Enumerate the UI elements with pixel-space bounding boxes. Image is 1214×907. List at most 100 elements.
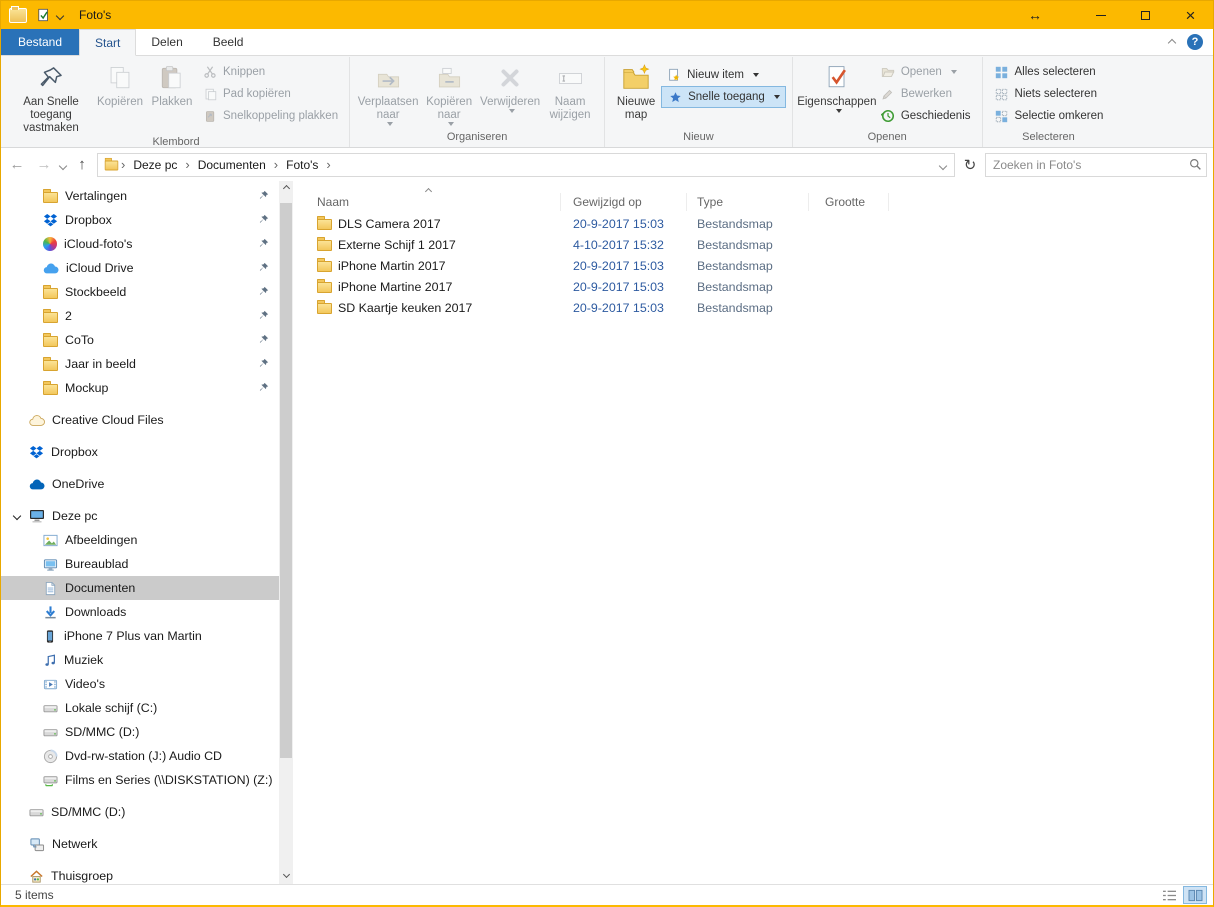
breadcrumb-deze-pc[interactable]: Deze pc xyxy=(127,154,183,176)
properties-button[interactable]: Eigenschappen xyxy=(799,59,875,113)
invert-selection-button[interactable]: Selectie omkeren xyxy=(989,105,1109,127)
clipboard-icon xyxy=(156,62,188,94)
sidebar-item-downloads[interactable]: Downloads xyxy=(1,600,279,624)
sidebar-item-sdmmc-root[interactable]: SD/MMC (D:) xyxy=(1,800,279,824)
refresh-icon[interactable]: ↻ xyxy=(958,153,982,177)
scrollbar-thumb[interactable] xyxy=(280,203,292,758)
ribbon-group-organize: Verplaatsen naar Kopiëren naar Verwijder… xyxy=(349,57,604,147)
file-row[interactable]: DLS Camera 2017 20-9-2017 15:03 Bestands… xyxy=(293,213,1213,234)
copy-to-button[interactable]: Kopiëren naar xyxy=(420,59,478,126)
select-none-button[interactable]: Niets selecteren xyxy=(989,83,1109,105)
file-row[interactable]: SD Kaartje keuken 2017 20-9-2017 15:03 B… xyxy=(293,297,1213,318)
sidebar-item-netwerk[interactable]: Netwerk xyxy=(1,832,279,856)
close-button[interactable]: × xyxy=(1168,1,1213,29)
select-all-button[interactable]: Alles selecteren xyxy=(989,61,1109,83)
column-header-type[interactable]: Type xyxy=(687,193,809,211)
sidebar-item-films-en-series[interactable]: Films en Series (\\DISKSTATION) (Z:) xyxy=(1,768,279,792)
ribbon-display-arrows-icon[interactable]: ↔ xyxy=(1028,7,1042,23)
copy-button[interactable]: Kopiëren xyxy=(93,59,147,109)
sidebar-item-iphone[interactable]: iPhone 7 Plus van Martin xyxy=(1,624,279,648)
sidebar-item-mockup[interactable]: Mockup xyxy=(1,376,279,400)
new-folder-button[interactable]: Nieuwe map xyxy=(611,59,661,122)
tab-delen[interactable]: Delen xyxy=(136,29,197,55)
move-to-button[interactable]: Verplaatsen naar xyxy=(356,59,420,126)
expander-icon[interactable] xyxy=(13,512,21,520)
tab-beeld[interactable]: Beeld xyxy=(198,29,259,55)
details-view-button[interactable] xyxy=(1157,886,1181,904)
sidebar-item-onedrive[interactable]: OneDrive xyxy=(1,472,279,496)
minimize-button[interactable] xyxy=(1078,1,1123,29)
sidebar-item-lokale-schijf[interactable]: Lokale schijf (C:) xyxy=(1,696,279,720)
copy-path-button[interactable]: Pad kopiëren xyxy=(197,83,343,105)
sidebar-item-icloud-drive[interactable]: iCloud Drive xyxy=(1,256,279,280)
file-row[interactable]: iPhone Martine 2017 20-9-2017 15:03 Best… xyxy=(293,276,1213,297)
recent-locations-icon[interactable] xyxy=(60,158,66,172)
collapse-ribbon-icon[interactable] xyxy=(1169,35,1175,49)
qat-customize-icon[interactable] xyxy=(57,8,63,22)
sidebar-item-coto[interactable]: CoTo xyxy=(1,328,279,352)
sidebar-item-stockbeeld[interactable]: Stockbeeld xyxy=(1,280,279,304)
paste-button[interactable]: Plakken xyxy=(147,59,197,109)
search-input[interactable] xyxy=(986,158,1184,172)
sidebar-item-muziek[interactable]: Muziek xyxy=(1,648,279,672)
sidebar-item-dvd[interactable]: Dvd-rw-station (J:) Audio CD xyxy=(1,744,279,768)
address-dropdown-icon[interactable] xyxy=(940,158,946,172)
sort-ascending-icon[interactable] xyxy=(426,183,431,197)
sidebar-item-deze-pc[interactable]: Deze pc xyxy=(1,504,279,528)
breadcrumb-documenten[interactable]: Documenten xyxy=(192,154,272,176)
address-box[interactable]: › Deze pc › Documenten › Foto's › xyxy=(97,153,955,177)
scroll-up-icon[interactable] xyxy=(279,181,293,196)
sidebar-item-videos[interactable]: Video's xyxy=(1,672,279,696)
sidebar-item-sdmmc-d[interactable]: SD/MMC (D:) xyxy=(1,720,279,744)
rename-button[interactable]: Naam wijzigen xyxy=(542,59,598,122)
tab-start[interactable]: Start xyxy=(79,29,136,56)
explorer-app-icon[interactable] xyxy=(9,8,27,23)
back-button[interactable]: ← xyxy=(5,153,29,177)
paste-shortcut-button[interactable]: Snelkoppeling plakken xyxy=(197,105,343,127)
file-type: Bestandsmap xyxy=(687,301,809,315)
file-type: Bestandsmap xyxy=(687,280,809,294)
sidebar-item-label: iPhone 7 Plus van Martin xyxy=(64,629,202,643)
column-header-gewijzigd-op[interactable]: Gewijzigd op xyxy=(561,193,687,211)
sidebar-item-dropbox[interactable]: Dropbox xyxy=(1,440,279,464)
history-button[interactable]: Geschiedenis xyxy=(875,105,976,127)
button-label: Verplaatsen naar xyxy=(358,96,419,122)
sidebar-item-jaar-in-beeld[interactable]: Jaar in beeld xyxy=(1,352,279,376)
new-item-button[interactable]: Nieuw item xyxy=(661,64,786,86)
sidebar-item-label: Dropbox xyxy=(51,445,98,459)
up-button[interactable]: ↑ xyxy=(70,153,94,177)
sidebar-item-dropbox-quick[interactable]: Dropbox xyxy=(1,208,279,232)
thumbnails-view-button[interactable] xyxy=(1183,886,1207,904)
sidebar-scrollbar[interactable] xyxy=(279,181,293,884)
search-icon[interactable] xyxy=(1184,158,1206,171)
tab-bestand[interactable]: Bestand xyxy=(1,29,79,55)
file-row[interactable]: iPhone Martin 2017 20-9-2017 15:03 Besta… xyxy=(293,255,1213,276)
address-bar: ← → ↑ › Deze pc › Documenten › Foto's › … xyxy=(1,148,1213,181)
scroll-down-icon[interactable] xyxy=(279,867,293,882)
sidebar-item-vertalingen[interactable]: Vertalingen xyxy=(1,184,279,208)
forward-button[interactable]: → xyxy=(32,153,56,177)
quick-access-dropdown-button[interactable]: Snelle toegang xyxy=(661,86,786,108)
edit-button[interactable]: Bewerken xyxy=(875,83,976,105)
sidebar-item-bureaublad[interactable]: Bureaublad xyxy=(1,552,279,576)
sidebar-item-documenten[interactable]: Documenten xyxy=(1,576,279,600)
pin-icon xyxy=(258,190,269,201)
sidebar-item-creative-cloud[interactable]: Creative Cloud Files xyxy=(1,408,279,432)
qat-properties-icon[interactable] xyxy=(34,5,54,25)
sidebar-item-thuisgroep[interactable]: Thuisgroep xyxy=(1,864,279,884)
file-name: DLS Camera 2017 xyxy=(338,217,441,231)
sidebar-item-2[interactable]: 2 xyxy=(1,304,279,328)
folder-icon xyxy=(43,312,58,323)
open-button[interactable]: Openen xyxy=(875,61,976,83)
cut-button[interactable]: Knippen xyxy=(197,61,343,83)
pin-to-quick-access-button[interactable]: Aan Snelle toegang vastmaken xyxy=(9,59,93,135)
sidebar-item-icloud-fotos[interactable]: iCloud-foto's xyxy=(1,232,279,256)
file-row[interactable]: Externe Schijf 1 2017 4-10-2017 15:32 Be… xyxy=(293,234,1213,255)
maximize-button[interactable] xyxy=(1123,1,1168,29)
column-header-grootte[interactable]: Grootte xyxy=(809,193,889,211)
delete-button[interactable]: Verwijderen xyxy=(478,59,542,113)
breadcrumb-fotos[interactable]: Foto's xyxy=(280,154,324,176)
column-label: Type xyxy=(697,195,723,209)
help-icon[interactable]: ? xyxy=(1187,34,1203,50)
sidebar-item-afbeeldingen[interactable]: Afbeeldingen xyxy=(1,528,279,552)
